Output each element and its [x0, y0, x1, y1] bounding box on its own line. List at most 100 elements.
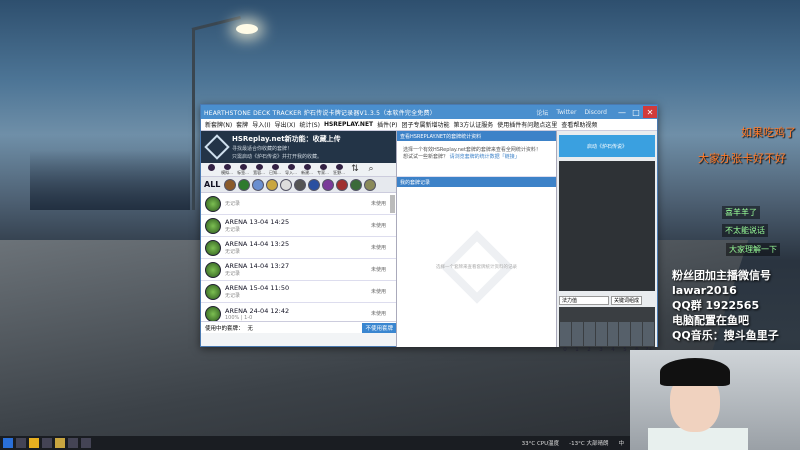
stats-panel: 查看HSREPLAY.NET的套牌统计资料 选择一个有效HSReplay.net… [397, 131, 557, 347]
deck-list-scrollbar[interactable] [390, 195, 395, 213]
twitter-link[interactable]: Twitter [556, 109, 576, 116]
list-item[interactable]: ARENA 13-04 14:25 无记录 未使用 [201, 215, 396, 237]
minimize-button[interactable]: — [615, 106, 629, 118]
launch-hearthstone-button[interactable]: 启动《炉石传说》 [559, 135, 655, 157]
hsreplay-title: HSReplay.net新功能：收藏上传 [232, 135, 341, 143]
hunter-avatar-icon [205, 283, 221, 300]
class-neutral-icon[interactable] [364, 178, 377, 191]
filter-import-button[interactable]: 导入... [283, 163, 299, 176]
info-line: QQ音乐：搜斗鱼里子 [672, 329, 779, 342]
search-icon[interactable]: ⌕ [363, 164, 379, 176]
taskbar-app-icon[interactable] [55, 438, 65, 448]
menu-stats[interactable]: 统计(S) [299, 120, 320, 129]
menu-new-deck[interactable]: 新套牌(N) [205, 120, 232, 129]
class-mage-icon[interactable] [252, 178, 265, 191]
window-title: HEARTHSTONE DECK TRACKER 炉石传说卡牌记录器V1.3.5… [204, 109, 436, 117]
chat-message: 大家理解一下 [726, 243, 780, 256]
maximize-button[interactable]: □ [629, 106, 643, 118]
deck-status: 未使用 [370, 245, 386, 251]
in-use-value: 无 [247, 325, 254, 332]
filter-expert-button[interactable]: 专家... [315, 163, 331, 176]
menu-extra-features[interactable]: 团子专属新增功能 [401, 120, 449, 129]
street-lamp-light [236, 24, 258, 34]
class-druid-icon[interactable] [224, 178, 237, 191]
my-deck-records-title: 我的套牌记录 [397, 177, 556, 187]
class-demonhunter-icon[interactable] [350, 178, 363, 191]
deck-list[interactable]: 无记录 未使用 ARENA 13-04 14:25 无记录 未使用 ARENA 14-… [201, 193, 396, 321]
class-hunter-icon[interactable] [238, 178, 251, 191]
list-item[interactable]: ARENA 14-04 13:27 无记录 未使用 [201, 259, 396, 281]
filter-known-button[interactable]: 已知... [267, 163, 283, 176]
list-item[interactable]: ARENA 24-04 12:42 100% | 1-0 未使用 [201, 303, 396, 321]
stats-panel-title: 查看HSREPLAY.NET的套牌统计资料 [397, 131, 556, 141]
class-warlock-icon[interactable] [322, 178, 335, 191]
close-button[interactable]: ✕ [643, 106, 657, 118]
hsreplay-logo-icon [204, 134, 230, 160]
mana-bar [619, 322, 631, 346]
webcam-overlay [630, 350, 800, 450]
taskbar-app-icon[interactable] [29, 438, 39, 448]
taskbar: 33°C CPU温度 -13°C 大部晴朗 中 [0, 436, 630, 450]
cpu-temp: 33°C CPU温度 [521, 441, 560, 447]
list-item[interactable]: ARENA 15-04 11:50 无记录 未使用 [201, 281, 396, 303]
mana-bar [571, 322, 583, 346]
stats-link[interactable]: 请浏览套牌的统计数据「链接」 [450, 154, 520, 160]
mana-bar [643, 322, 654, 346]
stats-hint-line1: 选择一个有效HSReplay.net套牌的套牌来查看全网统计资料！ [403, 147, 541, 153]
hunter-avatar-icon [205, 217, 221, 234]
taskbar-app-icon[interactable] [16, 438, 26, 448]
menu-export[interactable]: 导出(X) [275, 120, 296, 129]
mana-filter-row: 法力值 关键词组成 [559, 295, 655, 305]
deck-status: 未使用 [370, 223, 386, 229]
menu-third-party[interactable]: 第3方认证服务 [453, 120, 493, 129]
ime-indicator[interactable]: 中 [618, 439, 624, 447]
class-filter-row: ALL [201, 177, 396, 193]
menu-plugins[interactable]: 插件(P) [377, 120, 397, 129]
deck-in-use-bar: 使用中的套牌： 无 不使用套牌 [201, 321, 396, 333]
menu-hsreplay[interactable]: HSREPLAY.NET [324, 121, 373, 128]
hunter-avatar-icon [205, 239, 221, 256]
wallpaper-city [30, 150, 190, 210]
forum-link[interactable]: 论坛 [536, 108, 548, 117]
taskbar-app-icon[interactable] [81, 438, 91, 448]
info-line: QQ群 1922565 [672, 299, 760, 312]
taskbar-app-icon[interactable] [68, 438, 78, 448]
filter-standard-button[interactable]: 模拟... [219, 163, 235, 176]
deck-status: 未使用 [370, 201, 386, 207]
filter-more-button[interactable]: 狂野... [331, 163, 347, 176]
menu-decks[interactable]: 套牌 [236, 120, 248, 129]
class-priest-icon[interactable] [280, 178, 293, 191]
class-shaman-icon[interactable] [308, 178, 321, 191]
class-paladin-icon[interactable] [266, 178, 279, 191]
system-tray: 33°C CPU温度 -13°C 大部晴朗 中 [522, 439, 630, 447]
class-warrior-icon[interactable] [336, 178, 349, 191]
unuse-deck-button[interactable]: 不使用套牌 [362, 322, 396, 333]
class-rogue-icon[interactable] [294, 178, 307, 191]
list-item[interactable]: ARENA 14-04 13:25 无记录 未使用 [201, 237, 396, 259]
class-all-button[interactable]: ALL [204, 180, 220, 189]
filter-all-button[interactable] [203, 163, 219, 176]
mana-bar [560, 322, 571, 346]
info-line: 电脑配置在鱼吧 [672, 314, 749, 327]
menu-import[interactable]: 导入(I) [252, 120, 270, 129]
title-bar[interactable]: HEARTHSTONE DECK TRACKER 炉石传说卡牌记录器V1.3.5… [201, 105, 657, 119]
hsreplay-line1: 寻找最适合你收藏的套牌！ [232, 146, 293, 152]
mana-filter-select[interactable]: 法力值 [559, 295, 609, 305]
keyword-filter-button[interactable]: 关键词组成 [611, 295, 643, 305]
weather-widget[interactable]: -13°C 大部晴朗 [569, 439, 608, 447]
info-line: lawar2016 [672, 284, 737, 297]
street-lamp [192, 30, 195, 210]
hsreplay-banner[interactable]: HSReplay.net新功能：收藏上传 寻找最适合你收藏的套牌！ 只需启动《炉… [201, 131, 396, 163]
list-item[interactable]: 无记录 未使用 [201, 193, 396, 215]
taskbar-app-icon[interactable] [42, 438, 52, 448]
sort-icon[interactable]: ⇅ [347, 164, 363, 176]
filter-new-button[interactable]: 新建... [299, 163, 315, 176]
filter-tags-button[interactable]: 标签... [235, 163, 251, 176]
discord-link[interactable]: Discord [584, 109, 607, 116]
menu-plugin-help[interactable]: 使用插件有问题点这里 [497, 120, 557, 129]
filter-wild-button[interactable]: 宽容... [251, 163, 267, 176]
streamer-info: 粉丝团加主播微信号 lawar2016 QQ群 1922565 电脑配置在鱼吧 … [672, 268, 796, 343]
menu-help-video[interactable]: 查看帮助视频 [561, 120, 597, 129]
windows-start-icon[interactable] [3, 438, 13, 448]
webcam-person-cap [660, 358, 730, 386]
